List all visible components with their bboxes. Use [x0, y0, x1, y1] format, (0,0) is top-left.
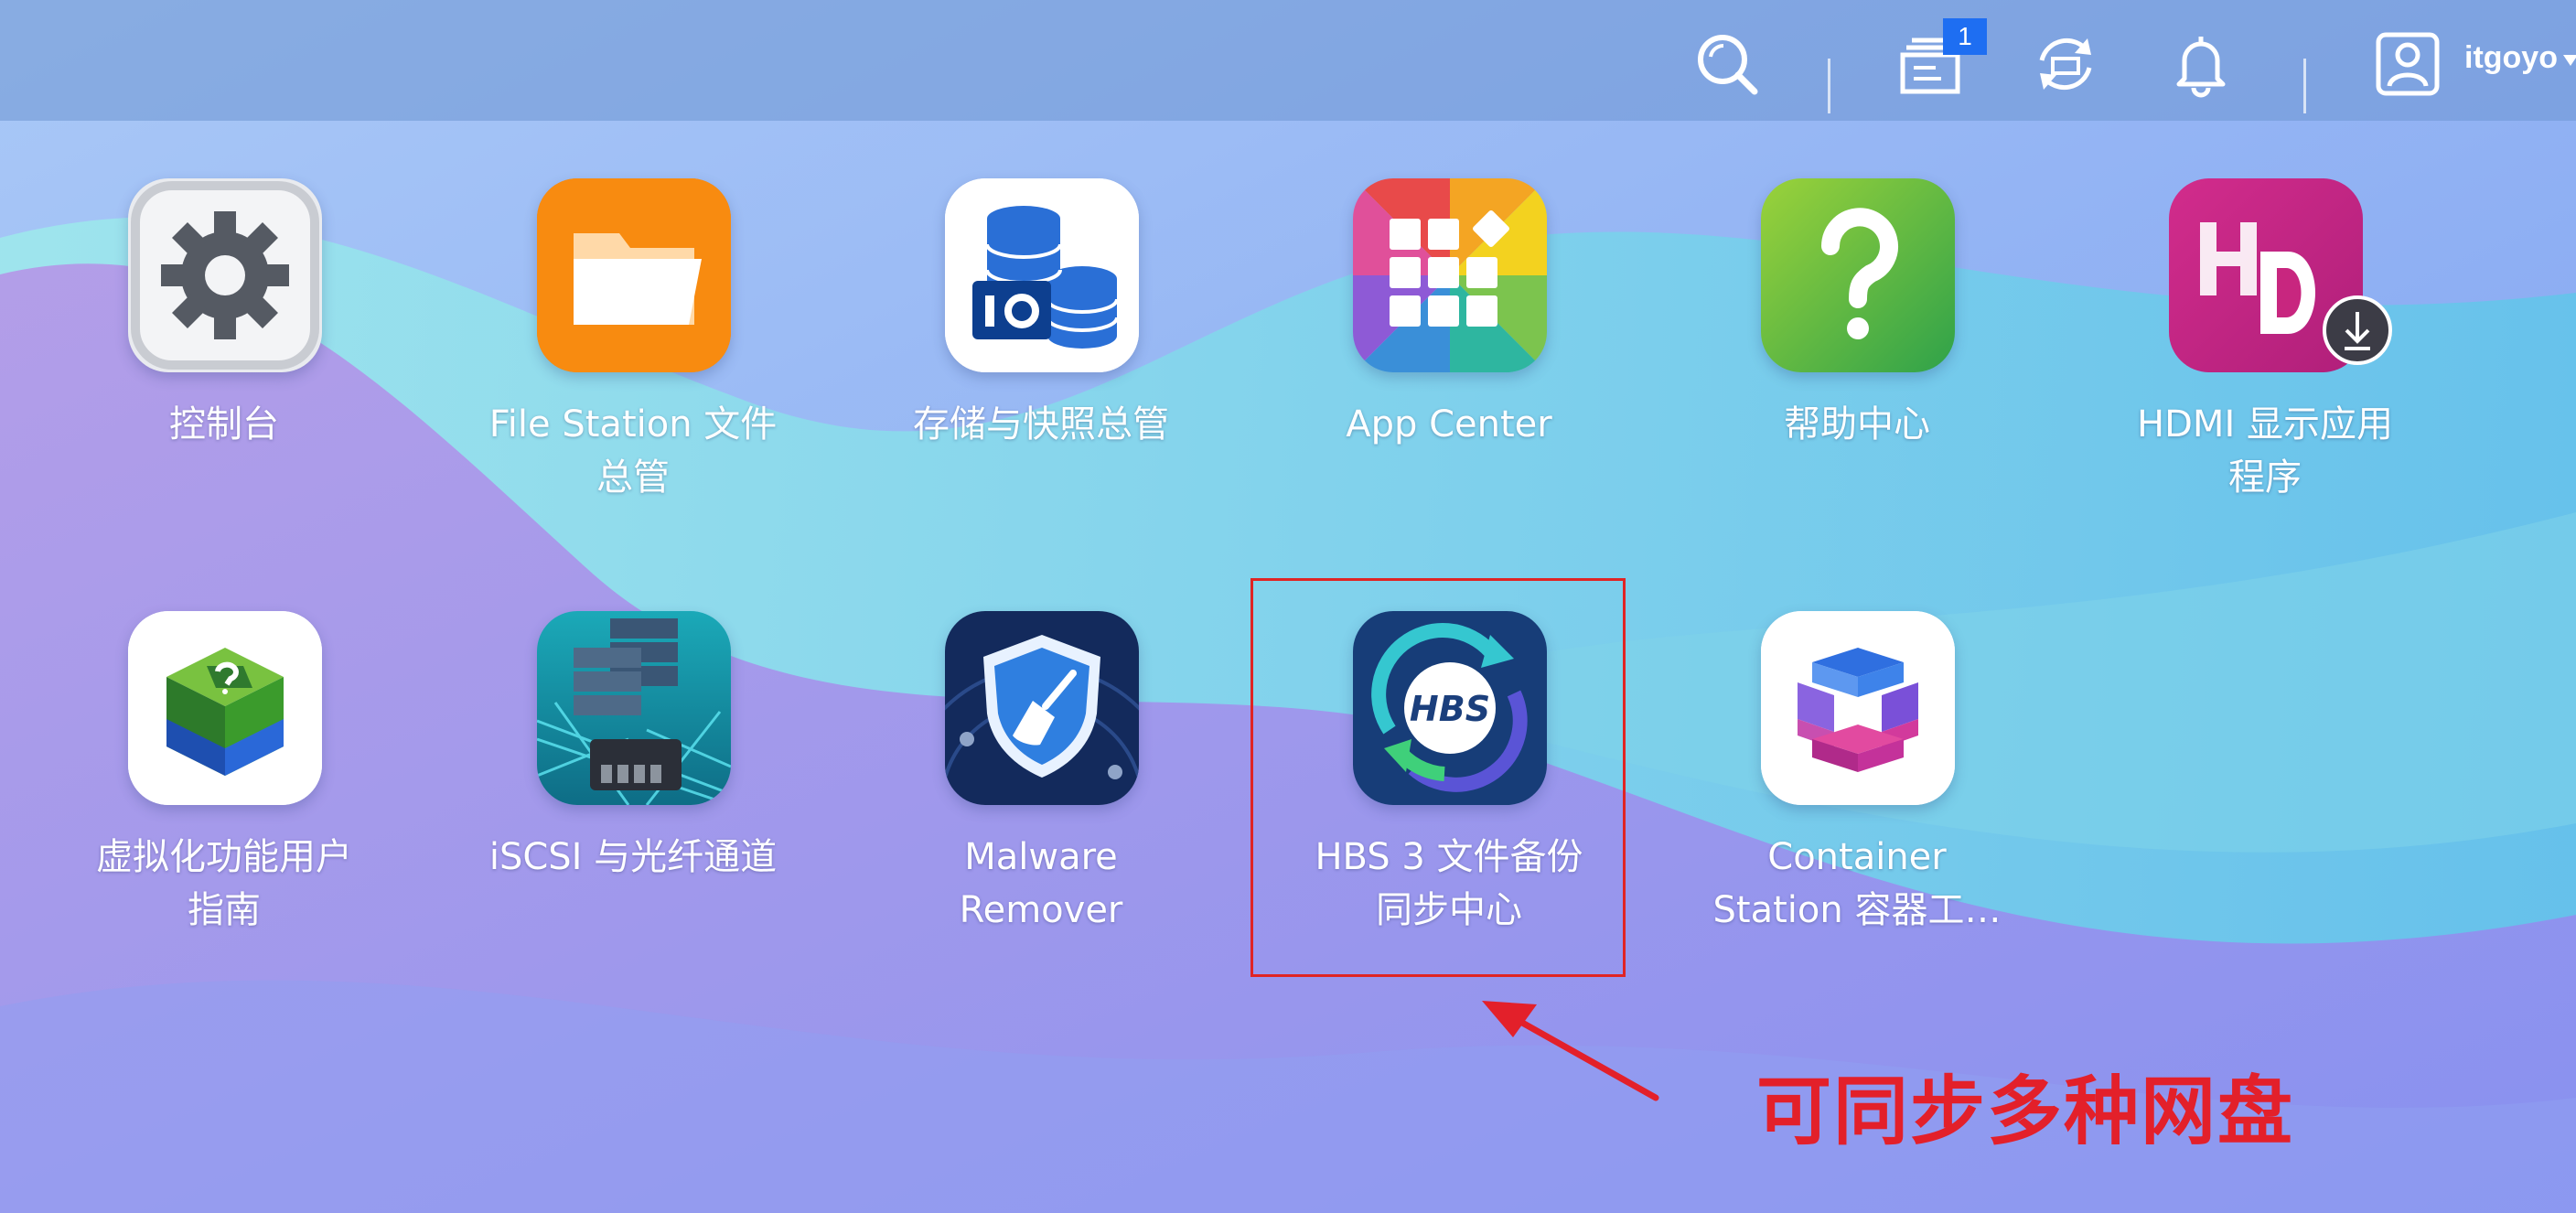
- app-label: 存储与快照总管: [913, 403, 1169, 445]
- annotation-text: 可同步多种网盘: [1756, 1068, 2295, 1155]
- hd-icon[interactable]: [2169, 178, 2392, 372]
- virtual-cube-icon[interactable]: [128, 611, 322, 805]
- sync-icon[interactable]: [2031, 29, 2100, 99]
- user-icon[interactable]: [2373, 29, 2442, 99]
- username[interactable]: itgoyo: [2464, 40, 2558, 76]
- folder-icon[interactable]: [537, 178, 731, 372]
- search-icon[interactable]: [1692, 29, 1762, 99]
- shield-broom-icon[interactable]: [945, 611, 1139, 805]
- app-label: 虚拟化功能用户 指南: [96, 836, 352, 931]
- topbar-divider: [2303, 59, 2306, 113]
- gear-icon[interactable]: [128, 178, 322, 372]
- app-label: App Center: [1346, 403, 1552, 445]
- caret-down-icon[interactable]: [2563, 55, 2576, 66]
- highlight-box: [1250, 578, 1626, 977]
- annotation-arrow: [1482, 1001, 1659, 1101]
- app-label: HDMI 显示应用 程序: [2137, 403, 2393, 499]
- app-label: Container Station 容器工…: [1712, 836, 2002, 931]
- app-label: 控制台: [169, 403, 279, 445]
- app-grid-icon[interactable]: [1353, 178, 1547, 372]
- app-label: File Station 文件 总管: [488, 403, 778, 499]
- storage-icon[interactable]: [945, 178, 1139, 372]
- iscsi-server-icon[interactable]: [537, 611, 731, 805]
- question-icon[interactable]: [1761, 178, 1955, 372]
- app-label: 帮助中心: [1784, 403, 1930, 445]
- app-label: iSCSI 与光纤通道: [488, 836, 778, 878]
- app-label: Malware Remover: [959, 836, 1123, 931]
- notification-badge: 1: [1943, 18, 1987, 55]
- topbar-divider: [1828, 59, 1830, 113]
- container-icon[interactable]: [1761, 611, 1955, 805]
- bell-icon[interactable]: [2166, 29, 2236, 99]
